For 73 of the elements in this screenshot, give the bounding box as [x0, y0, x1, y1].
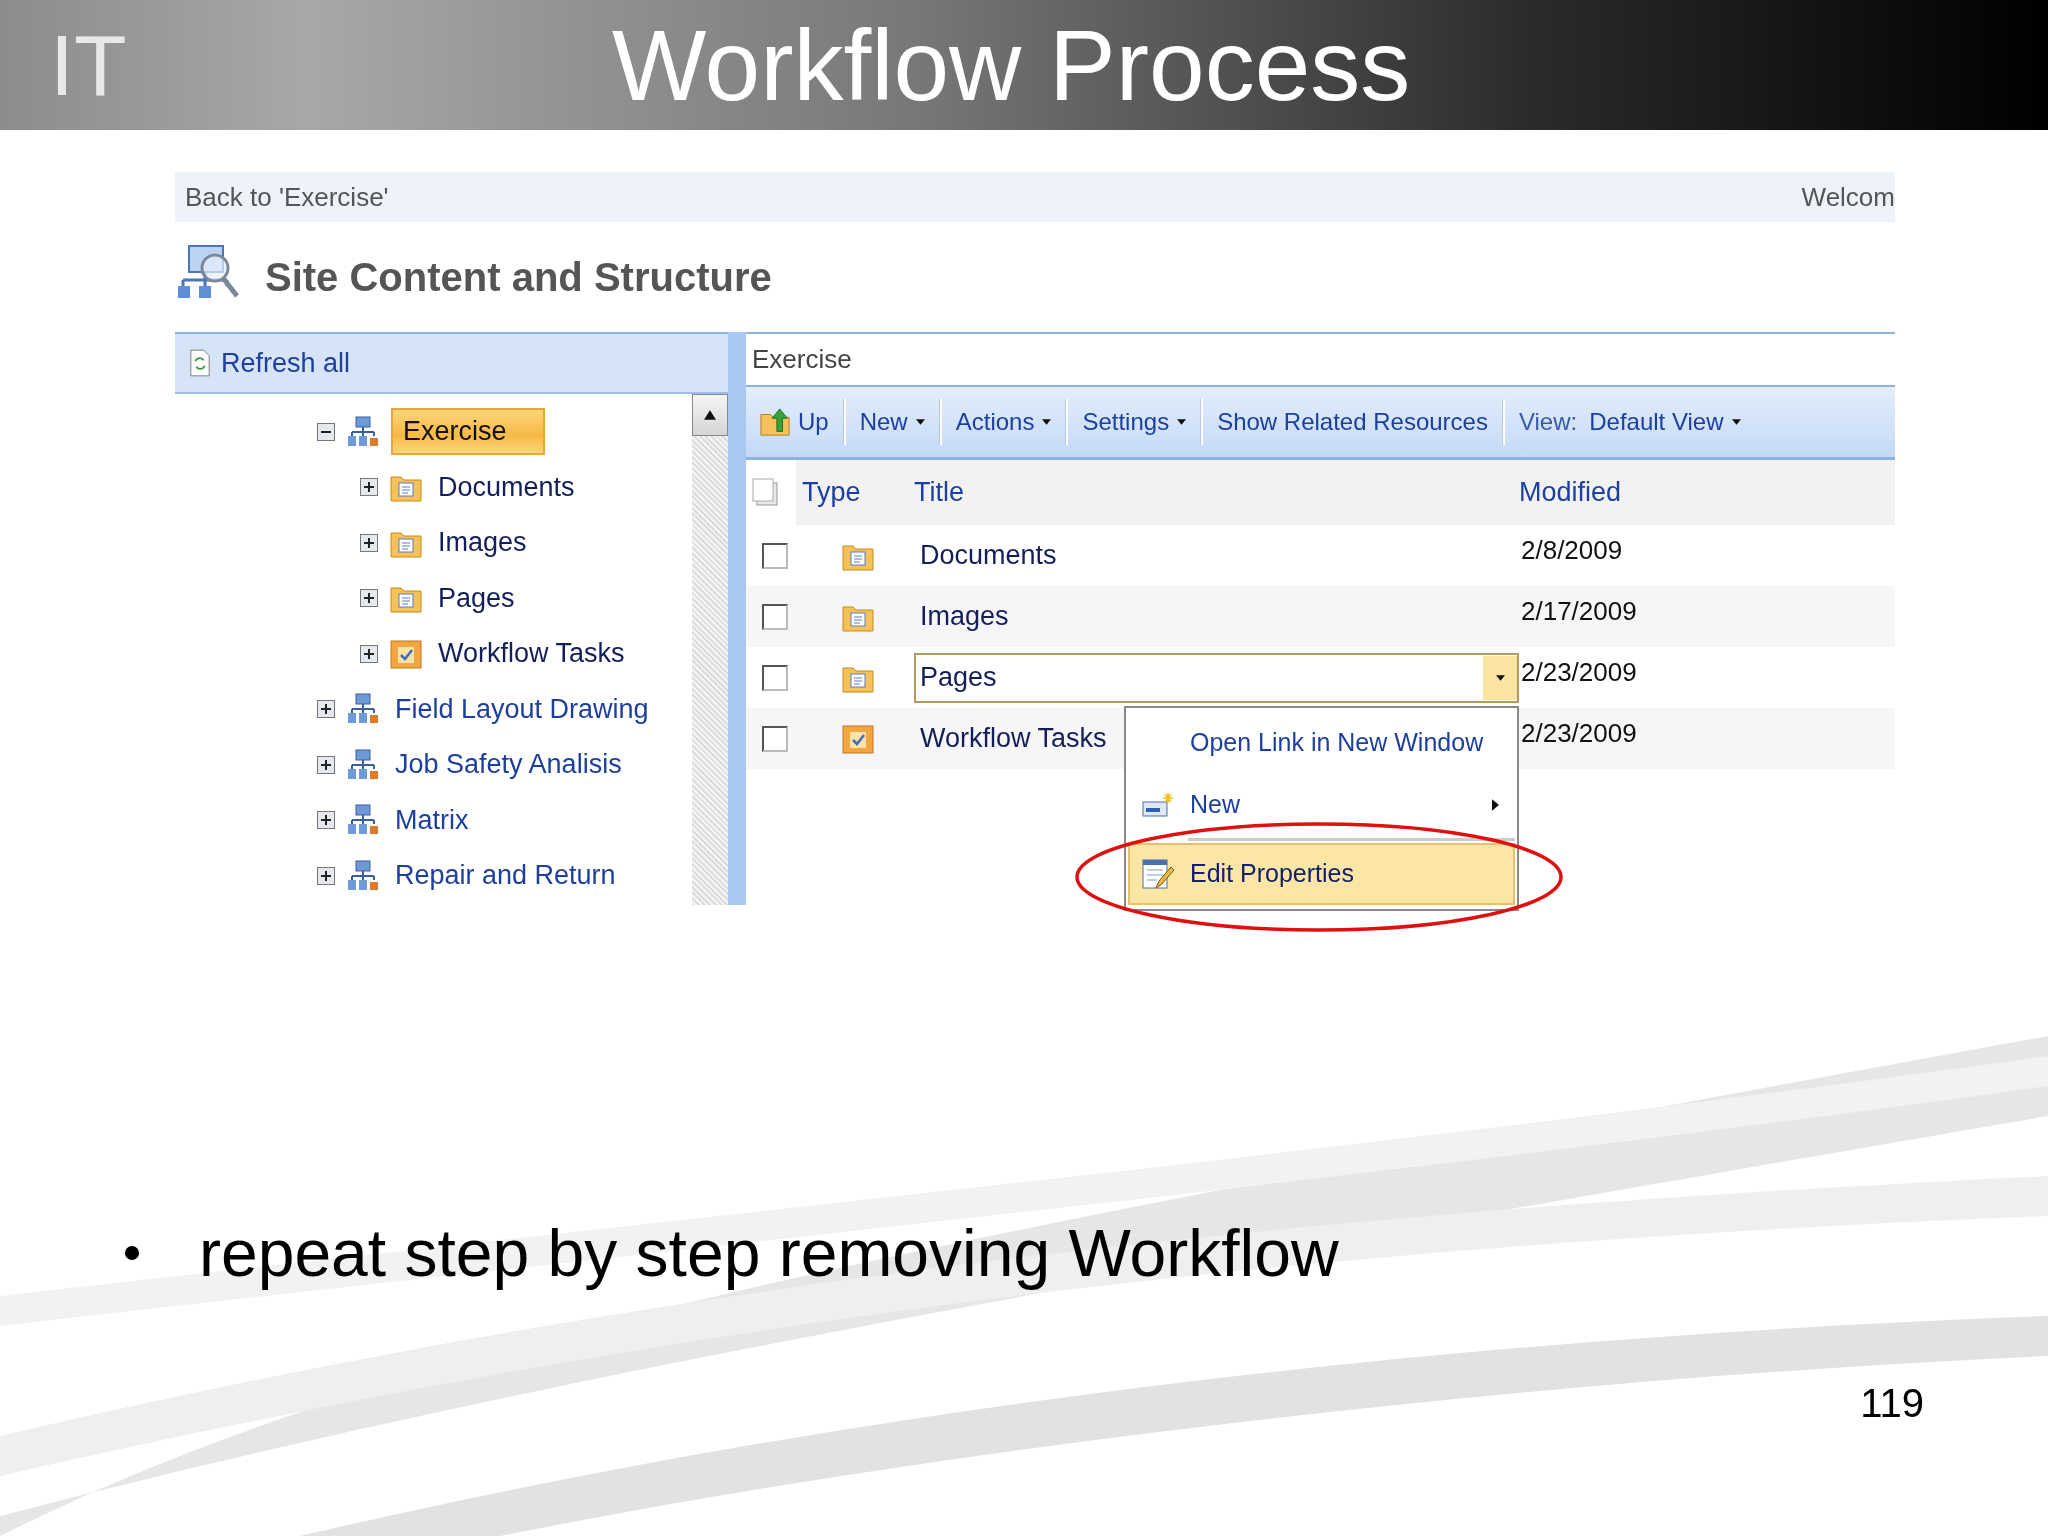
menu-button[interactable]: Settings	[1074, 404, 1195, 440]
new-item-icon	[1142, 791, 1174, 818]
expand-toggle[interactable]	[317, 700, 335, 719]
bullet-icon	[125, 1246, 139, 1260]
sitemap-icon	[347, 859, 379, 892]
caret-icon	[1042, 419, 1052, 425]
task-list-icon	[842, 722, 874, 755]
tree-item[interactable]: Field Layout Drawing	[391, 689, 659, 729]
toolbar-button[interactable]: Show Related Resources	[1209, 404, 1496, 440]
expand-toggle[interactable]	[317, 811, 335, 830]
page-number: 119	[1860, 1381, 1924, 1426]
submenu-arrow-icon	[1492, 798, 1499, 811]
caret-icon	[1495, 674, 1505, 681]
caret-icon	[1177, 419, 1187, 425]
tree-item[interactable]: Workflow Tasks	[434, 634, 635, 674]
menu-button[interactable]: Actions	[947, 404, 1060, 440]
caret-icon	[1731, 419, 1741, 425]
sitemap-icon	[347, 748, 379, 781]
item-title-link[interactable]: Pages	[914, 652, 1519, 703]
item-title-link[interactable]: Workflow Tasks	[914, 713, 1109, 764]
checkbox[interactable]	[762, 725, 788, 752]
expand-toggle[interactable]	[317, 866, 335, 885]
up-arrow-icon	[704, 410, 716, 420]
slide-title: Workflow Process	[612, 15, 1411, 115]
view-label: View:	[1518, 408, 1578, 436]
scrollbar[interactable]	[692, 394, 728, 905]
welcome-text: Welcom	[1801, 181, 1895, 213]
checkbox[interactable]	[762, 603, 788, 630]
table-cell-text: 2/23/2009	[1520, 656, 1638, 688]
up-button[interactable]: Up	[752, 403, 837, 441]
logo-text: IT	[50, 22, 128, 108]
select-all-icon	[752, 477, 780, 508]
tree-item[interactable]: Images	[434, 523, 537, 563]
task-list-icon	[390, 637, 422, 670]
bullet-text: repeat step by step removing Workflow	[199, 1215, 1339, 1291]
item-title-link[interactable]: Documents	[914, 530, 1059, 581]
column-header[interactable]: Type	[802, 477, 861, 507]
checkbox[interactable]	[762, 542, 788, 569]
table-cell-text: 2/8/2009	[1520, 534, 1624, 566]
back-link[interactable]: Back to 'Exercise'	[185, 181, 389, 213]
sitemap-icon	[347, 804, 379, 837]
tree-item[interactable]: Pages	[434, 578, 525, 618]
refresh-page-icon	[189, 348, 211, 378]
expand-toggle[interactable]	[317, 755, 335, 774]
column-header[interactable]: Modified	[1519, 477, 1622, 507]
view-dropdown[interactable]: Default View	[1581, 404, 1749, 440]
column-header[interactable]: Title	[914, 477, 964, 507]
edit-form-icon	[1142, 857, 1174, 890]
scroll-up-button[interactable]	[692, 394, 728, 436]
folder-up-icon	[760, 407, 790, 437]
refresh-button[interactable]: Refresh all	[189, 347, 351, 379]
expand-toggle[interactable]	[360, 589, 378, 608]
checkbox[interactable]	[762, 664, 788, 691]
table-cell-text: 2/23/2009	[1520, 717, 1638, 749]
menu-item[interactable]: New	[1128, 773, 1515, 836]
expand-toggle[interactable]	[360, 533, 378, 552]
tree-item[interactable]: Job Safety Analisis	[391, 745, 632, 785]
sitemap-icon	[347, 693, 379, 726]
tree-item[interactable]: Repair and Return	[391, 856, 626, 896]
expand-toggle[interactable]	[360, 478, 378, 497]
expand-toggle[interactable]	[360, 644, 378, 663]
caret-icon	[915, 419, 925, 425]
tree-item[interactable]: Documents	[434, 467, 585, 507]
table-cell-text: 2/17/2009	[1520, 595, 1638, 627]
tree-item[interactable]: Exercise	[391, 408, 545, 456]
tree-item[interactable]: Matrix	[391, 800, 479, 840]
collapse-toggle[interactable]	[317, 422, 335, 441]
sitemap-icon	[347, 415, 379, 448]
menu-button[interactable]: New	[851, 404, 933, 440]
page-title: Site Content and Structure	[265, 254, 772, 300]
item-title-link[interactable]: Images	[914, 591, 1011, 642]
menu-item[interactable]: Edit Properties	[1128, 842, 1515, 905]
menu-item[interactable]: Open Link in New Window	[1128, 711, 1515, 774]
